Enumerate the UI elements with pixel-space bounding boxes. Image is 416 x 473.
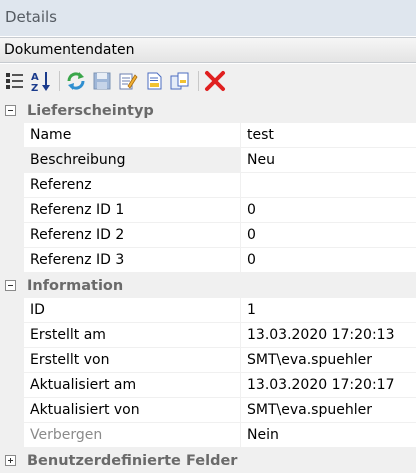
property-value[interactable]	[241, 173, 416, 198]
property-row-aktualisiert-von[interactable]: Aktualisiert von SMT\eva.spuehler	[0, 398, 416, 423]
property-row-beschreibung[interactable]: Beschreibung Neu	[0, 148, 416, 173]
category-benutzerdefinierte-felder[interactable]: Benutzerdefinierte Felder	[0, 448, 416, 473]
category-label: Benutzerdefinierte Felder	[27, 452, 238, 469]
object-selector-dropdown[interactable]: Dokumentendaten	[0, 37, 416, 63]
edit-icon[interactable]	[117, 70, 139, 92]
toolbar-separator	[198, 71, 199, 91]
alphabetical-sort-icon[interactable]: A Z	[30, 70, 52, 92]
property-name: Beschreibung	[24, 148, 241, 173]
property-value[interactable]: 0	[241, 248, 416, 273]
property-name: Erstellt von	[24, 348, 241, 373]
document-icon[interactable]	[143, 70, 165, 92]
property-value[interactable]: SMT\eva.spuehler	[241, 348, 416, 373]
category-label: Lieferscheintyp	[27, 102, 154, 119]
property-value[interactable]: 13.03.2020 17:20:13	[241, 323, 416, 348]
refresh-icon[interactable]	[65, 70, 87, 92]
property-value[interactable]: 0	[241, 223, 416, 248]
property-row-name[interactable]: Name test	[0, 123, 416, 148]
property-value[interactable]: 0	[241, 198, 416, 223]
property-name: Referenz	[24, 173, 241, 198]
category-information[interactable]: Information	[0, 273, 416, 298]
property-row-referenz-id-3[interactable]: Referenz ID 3 0	[0, 248, 416, 273]
property-row-referenz[interactable]: Referenz	[0, 173, 416, 198]
property-value[interactable]: 1	[241, 298, 416, 323]
collapse-toggle-icon[interactable]	[5, 105, 16, 116]
copy-icon[interactable]	[169, 70, 191, 92]
property-grid: Lieferscheintyp Name test Beschreibung N…	[0, 98, 416, 473]
property-name: Referenz ID 1	[24, 198, 241, 223]
panel-title: Details	[0, 0, 416, 36]
delete-icon[interactable]	[204, 70, 226, 92]
property-row-erstellt-von[interactable]: Erstellt von SMT\eva.spuehler	[0, 348, 416, 373]
property-value[interactable]: Nein	[241, 423, 416, 448]
property-name: ID	[24, 298, 241, 323]
property-value[interactable]: test	[241, 123, 416, 148]
property-row-verbergen[interactable]: Verbergen Nein	[0, 423, 416, 448]
property-toolbar: A Z	[0, 64, 416, 98]
property-name: Name	[24, 123, 241, 148]
property-name: Aktualisiert von	[24, 398, 241, 423]
toolbar-separator	[59, 71, 60, 91]
property-row-aktualisiert-am[interactable]: Aktualisiert am 13.03.2020 17:20:17	[0, 373, 416, 398]
category-label: Information	[27, 277, 124, 294]
expand-toggle-icon[interactable]	[5, 455, 16, 466]
property-row-referenz-id-2[interactable]: Referenz ID 2 0	[0, 223, 416, 248]
property-value[interactable]: SMT\eva.spuehler	[241, 398, 416, 423]
property-value[interactable]: 13.03.2020 17:20:17	[241, 373, 416, 398]
category-lieferscheintyp[interactable]: Lieferscheintyp	[0, 98, 416, 123]
property-row-erstellt-am[interactable]: Erstellt am 13.03.2020 17:20:13	[0, 323, 416, 348]
property-value[interactable]: Neu	[241, 148, 416, 173]
svg-text:A: A	[31, 72, 39, 83]
property-name: Verbergen	[24, 423, 241, 448]
collapse-toggle-icon[interactable]	[5, 280, 16, 291]
categorized-view-icon[interactable]	[4, 70, 26, 92]
property-row-referenz-id-1[interactable]: Referenz ID 1 0	[0, 198, 416, 223]
property-name: Referenz ID 2	[24, 223, 241, 248]
svg-text:Z: Z	[31, 83, 38, 92]
property-name: Erstellt am	[24, 323, 241, 348]
property-name: Aktualisiert am	[24, 373, 241, 398]
property-row-id[interactable]: ID 1	[0, 298, 416, 323]
property-name: Referenz ID 3	[24, 248, 241, 273]
save-icon[interactable]	[91, 70, 113, 92]
